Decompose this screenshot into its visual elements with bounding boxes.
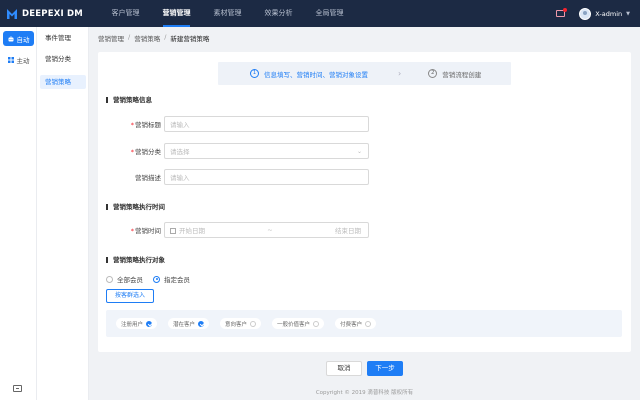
tag-intent[interactable]: 意向客户 [220, 318, 262, 329]
radio-icon [106, 275, 113, 283]
segment-tags: 注册用户 潜在客户 意向客户 一般价值客户 付费客户 [106, 310, 622, 337]
time-label: *营销时间 [130, 226, 161, 235]
tag-registered[interactable]: 注册用户 [116, 318, 158, 329]
top-navbar: DEEPEXI DM 客户管理 营销管理 素材管理 效果分析 全局管理 X-ad… [0, 0, 640, 27]
category-select[interactable]: 请选择 ⌄ [164, 142, 369, 159]
cancel-button[interactable]: 取消 [326, 361, 362, 376]
app-logo-text: DEEPEXI DM [22, 8, 83, 19]
radio-checked-icon [153, 275, 160, 283]
tag-potential[interactable]: 潜在客户 [168, 318, 210, 329]
tag-general-value[interactable]: 一般价值客户 [272, 318, 325, 329]
breadcrumb-item[interactable]: 营销策略 [134, 33, 160, 43]
breadcrumb: 营销管理 / 营销策略 / 新建营销策略 [98, 33, 209, 43]
sub-item-events[interactable]: 事件管理 [40, 31, 86, 45]
form-row-title: *营销标题 请输入 [98, 115, 369, 132]
sub-menu: 事件管理 营销分类 营销策略 [37, 27, 89, 400]
step-number: 1 [250, 69, 259, 78]
end-date[interactable]: 结束日期 [335, 225, 361, 235]
section-title-info: 营销策略信息 [106, 97, 152, 103]
nav-item-customer[interactable]: 客户管理 [100, 0, 151, 27]
title-input[interactable]: 请输入 [164, 115, 369, 132]
robot-icon [8, 35, 13, 41]
start-date[interactable]: 开始日期 [179, 227, 205, 235]
radio-specified-members[interactable]: 指定会员 [153, 274, 190, 284]
step-label: 营销流程创建 [442, 70, 482, 79]
main-nav: 客户管理 营销管理 素材管理 效果分析 全局管理 [100, 0, 355, 27]
breadcrumb-separator: / [164, 33, 167, 41]
nav-item-global[interactable]: 全局管理 [304, 0, 355, 27]
nav-item-material[interactable]: 素材管理 [202, 0, 253, 27]
required-mark: * [130, 226, 134, 235]
date-range-picker[interactable]: 开始日期 ~ 结束日期 [164, 221, 369, 238]
step-label: 信息填写、营销时间、营销对象设置 [264, 70, 368, 79]
logo-icon [7, 8, 17, 19]
chevron-right-icon: › [398, 69, 402, 78]
side-rail: 自动 主动 [0, 27, 37, 400]
grid-icon [7, 56, 14, 63]
nav-item-marketing[interactable]: 营销管理 [151, 0, 202, 27]
section-title-target: 营销策略执行对象 [106, 257, 165, 263]
form-actions: 取消 下一步 [326, 361, 408, 376]
user-area: X-admin ▼ [556, 0, 630, 27]
required-mark: * [130, 147, 134, 156]
circle-icon [365, 320, 372, 327]
step-2: 2 营销流程创建 [428, 69, 481, 79]
required-mark: * [130, 120, 134, 129]
avatar[interactable] [579, 7, 592, 20]
sub-item-categories[interactable]: 营销分类 [40, 52, 86, 66]
check-icon [198, 320, 205, 327]
collapse-sidebar-icon[interactable] [13, 385, 22, 392]
radio-all-members[interactable]: 全部会员 [106, 274, 143, 284]
breadcrumb-current: 新建营销策略 [170, 35, 210, 43]
select-by-segment-button[interactable]: 按客群选入 [106, 289, 155, 303]
desc-input[interactable]: 请输入 [164, 168, 369, 185]
title-label: *营销标题 [130, 120, 161, 129]
section-title-time: 营销策略执行时间 [106, 204, 165, 210]
breadcrumb-item[interactable]: 营销管理 [98, 33, 124, 43]
audience-radio-group: 全部会员 指定会员 [106, 274, 200, 284]
calendar-icon [170, 227, 176, 234]
next-button[interactable]: 下一步 [367, 361, 403, 376]
sub-item-strategies[interactable]: 营销策略 [40, 75, 86, 89]
step-1: 1 信息填写、营销时间、营销对象设置 [250, 69, 368, 79]
rail-item-auto[interactable]: 自动 [3, 31, 34, 46]
range-separator: ~ [267, 225, 273, 234]
category-label: *营销分类 [130, 147, 161, 156]
rail-item-label: 自动 [16, 35, 30, 44]
form-row-time: *营销时间 开始日期 ~ 结束日期 [98, 221, 369, 238]
copyright-text: Copyright © 2019 滴普科技 版权所有 [315, 390, 414, 396]
notification-icon[interactable] [556, 8, 568, 17]
circle-icon [250, 320, 257, 327]
username[interactable]: X-admin [595, 10, 622, 18]
step-indicator: 1 信息填写、营销时间、营销对象设置 › 2 营销流程创建 [218, 62, 511, 85]
chevron-down-icon[interactable]: ▼ [626, 11, 630, 17]
step-number: 2 [428, 69, 438, 78]
rail-item-active[interactable]: 主动 [3, 52, 34, 67]
form-row-category: *营销分类 请选择 ⌄ [98, 142, 369, 159]
breadcrumb-separator: / [128, 33, 131, 41]
desc-label: 营销描述 [135, 173, 161, 182]
rail-item-label: 主动 [16, 56, 30, 65]
form-row-desc: 营销描述 请输入 [98, 168, 369, 185]
app-logo[interactable]: DEEPEXI DM [0, 8, 90, 19]
tag-paying[interactable]: 付费客户 [335, 318, 377, 329]
circle-icon [313, 320, 320, 327]
check-icon [146, 320, 153, 327]
chevron-down-icon: ⌄ [356, 147, 362, 155]
nav-item-analysis[interactable]: 效果分析 [253, 0, 304, 27]
form-card: 1 信息填写、营销时间、营销对象设置 › 2 营销流程创建 营销策略信息 *营销… [98, 52, 631, 352]
